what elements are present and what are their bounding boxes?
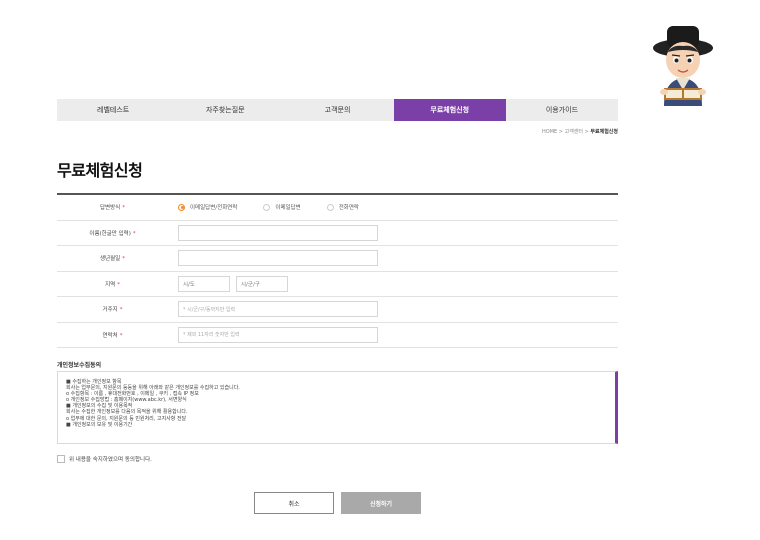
birth-row: 생년월일 * bbox=[57, 246, 618, 272]
region-label: 지역 * bbox=[105, 281, 120, 288]
contact-label: 연락처 * bbox=[102, 332, 123, 339]
contact-input[interactable]: * 제외 11자리 숫자만 입력 bbox=[178, 326, 378, 343]
city-select[interactable]: 시/도 bbox=[178, 275, 230, 292]
top-nav: 레벨테스트 자주찾는질문 고객문의 무료체험신청 이용가이드 bbox=[57, 99, 618, 121]
breadcrumb-home[interactable]: HOME bbox=[542, 129, 557, 135]
answer-method-label: 답변방식 * bbox=[100, 205, 125, 212]
radio-dot bbox=[263, 203, 271, 211]
nav-tab-guide[interactable]: 이용가이드 bbox=[506, 99, 618, 121]
breadcrumb-separator: > bbox=[558, 129, 563, 135]
answer-method-radio-group: 이메일답변/전화연락 이메일답변 전화연락 bbox=[178, 203, 385, 211]
radio-email[interactable]: 이메일답변 bbox=[263, 203, 301, 211]
required-mark: * bbox=[122, 256, 125, 263]
required-mark: * bbox=[122, 205, 125, 212]
breadcrumb-current: 무료체험신청 bbox=[590, 129, 618, 135]
birth-input[interactable] bbox=[178, 250, 378, 267]
name-label: 이름(한글만 입력) * bbox=[89, 230, 136, 237]
contact-row: 연락처 * * 제외 11자리 숫자만 입력 bbox=[57, 323, 618, 348]
privacy-line: ■ 개인정보의 보유 및 이용기간 bbox=[66, 421, 133, 428]
radio-email-phone[interactable]: 이메일답변/전화연락 bbox=[178, 203, 237, 211]
required-mark: * bbox=[132, 230, 136, 237]
agree-checkbox[interactable] bbox=[57, 455, 65, 463]
privacy-terms-box[interactable]: ■ 수집하는 개인정보 항목 회사는 업무문의, 지원문의 등등을 위해 아래와… bbox=[57, 371, 618, 444]
address-label: 거주지 * bbox=[102, 307, 123, 314]
address-row: 거주지 * * 시/군/구/동까지만 입력 bbox=[57, 297, 618, 323]
nav-tab-inquiry[interactable]: 고객문의 bbox=[281, 99, 393, 121]
address-input[interactable]: * 시/군/구/동까지만 입력 bbox=[178, 301, 378, 318]
submit-button[interactable]: 신청하기 bbox=[341, 492, 421, 514]
nav-tab-level-test[interactable]: 레벨테스트 bbox=[57, 99, 169, 121]
mascot-illustration bbox=[653, 26, 713, 106]
name-input[interactable] bbox=[178, 224, 378, 241]
answer-method-row: 답변방식 * 이메일답변/전화연락 이메일답변 전화연락 bbox=[57, 195, 618, 221]
radio-phone[interactable]: 전화연락 bbox=[326, 203, 359, 211]
breadcrumb-parent[interactable]: 고객센터 bbox=[565, 129, 583, 135]
agree-label: 위 내용을 숙지하였으며 동의합니다. bbox=[69, 457, 152, 463]
page-title: 무료체험신청 bbox=[57, 161, 143, 180]
region-row: 지역 * 시/도 시/군/구 bbox=[57, 272, 618, 297]
required-mark: * bbox=[117, 281, 120, 288]
name-row: 이름(한글만 입력) * bbox=[57, 221, 618, 246]
required-mark: * bbox=[119, 332, 123, 339]
nav-tab-faq[interactable]: 자주찾는질문 bbox=[169, 99, 281, 121]
nav-tab-free-trial[interactable]: 무료체험신청 bbox=[393, 99, 506, 121]
radio-dot bbox=[178, 203, 185, 211]
radio-dot bbox=[326, 203, 334, 211]
birth-label: 생년월일 * bbox=[100, 256, 125, 263]
district-select[interactable]: 시/군/구 bbox=[236, 275, 288, 292]
cancel-button[interactable]: 취소 bbox=[254, 492, 334, 514]
privacy-title: 개인정보수집동의 bbox=[57, 362, 102, 369]
breadcrumb: HOME > 고객센터 > 무료체험신청 bbox=[542, 128, 618, 135]
trial-form: 답변방식 * 이메일답변/전화연락 이메일답변 전화연락 이름(한글만 입력) * … bbox=[57, 193, 618, 348]
agree-checkbox-row[interactable]: 위 내용을 숙지하였으며 동의합니다. bbox=[57, 455, 152, 463]
breadcrumb-separator: > bbox=[584, 129, 589, 135]
required-mark: * bbox=[119, 307, 123, 314]
